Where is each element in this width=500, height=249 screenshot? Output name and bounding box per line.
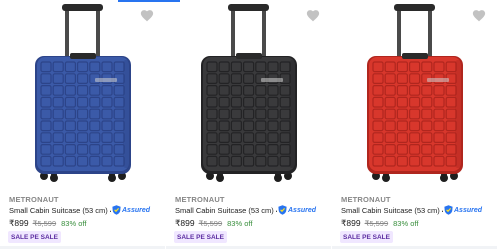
- assured-label: Assured: [288, 206, 317, 214]
- product-title[interactable]: Small Cabin Suitcase (53 cm) 4 ...: [175, 206, 277, 215]
- assured-label: Assured: [122, 206, 151, 214]
- heart-icon[interactable]: [140, 9, 154, 22]
- sale-badge: SALE PE SALE: [8, 231, 61, 243]
- original-price: ₹5,599: [198, 219, 223, 228]
- selling-price: ₹899: [9, 218, 29, 228]
- price-row: ₹899 ₹5,599 83% off: [341, 218, 418, 229]
- original-price: ₹5,599: [32, 219, 57, 228]
- product-brand: METRONAUT: [341, 195, 391, 204]
- price-row: ₹899 ₹5,599 83% off: [175, 218, 252, 229]
- original-price: ₹5,599: [364, 219, 389, 228]
- heart-icon[interactable]: [306, 9, 320, 22]
- sale-badge: SALE PE SALE: [340, 231, 393, 243]
- sale-badge: SALE PE SALE: [174, 231, 227, 243]
- suitcase-handle: [394, 4, 435, 60]
- assured-shield-icon: [278, 205, 287, 215]
- product-image[interactable]: [332, 0, 497, 190]
- product-image[interactable]: [166, 0, 331, 190]
- suitcase-shell: [35, 53, 131, 174]
- selling-price: ₹899: [341, 218, 361, 228]
- heart-icon[interactable]: [472, 9, 486, 22]
- assured-badge: Assured: [444, 205, 482, 215]
- price-row: ₹899 ₹5,599 83% off: [9, 218, 86, 229]
- suitcase-handle: [62, 4, 103, 60]
- assured-shield-icon: [112, 205, 121, 215]
- product-card[interactable]: METRONAUT Small Cabin Suitcase (53 cm) 4…: [332, 0, 497, 249]
- assured-shield-icon: [444, 205, 453, 215]
- discount-percent: 83% off: [227, 219, 253, 228]
- assured-label: Assured: [454, 206, 483, 214]
- suitcase-shell: [201, 53, 297, 174]
- assured-badge: Assured: [278, 205, 316, 215]
- product-brand: METRONAUT: [175, 195, 225, 204]
- product-brand: METRONAUT: [9, 195, 59, 204]
- selling-price: ₹899: [175, 218, 195, 228]
- product-image[interactable]: [0, 0, 165, 190]
- assured-badge: Assured: [112, 205, 150, 215]
- product-title[interactable]: Small Cabin Suitcase (53 cm) 4 ...: [341, 206, 443, 215]
- product-card[interactable]: METRONAUT Small Cabin Suitcase (53 cm) 4…: [0, 0, 165, 249]
- product-title[interactable]: Small Cabin Suitcase (53 cm) 4 ...: [9, 206, 111, 215]
- discount-percent: 83% off: [393, 219, 419, 228]
- product-card[interactable]: METRONAUT Small Cabin Suitcase (53 cm) 4…: [166, 0, 331, 249]
- suitcase-handle: [228, 4, 269, 60]
- product-grid: METRONAUT Small Cabin Suitcase (53 cm) 4…: [0, 0, 500, 249]
- discount-percent: 83% off: [61, 219, 87, 228]
- suitcase-shell: [367, 53, 463, 174]
